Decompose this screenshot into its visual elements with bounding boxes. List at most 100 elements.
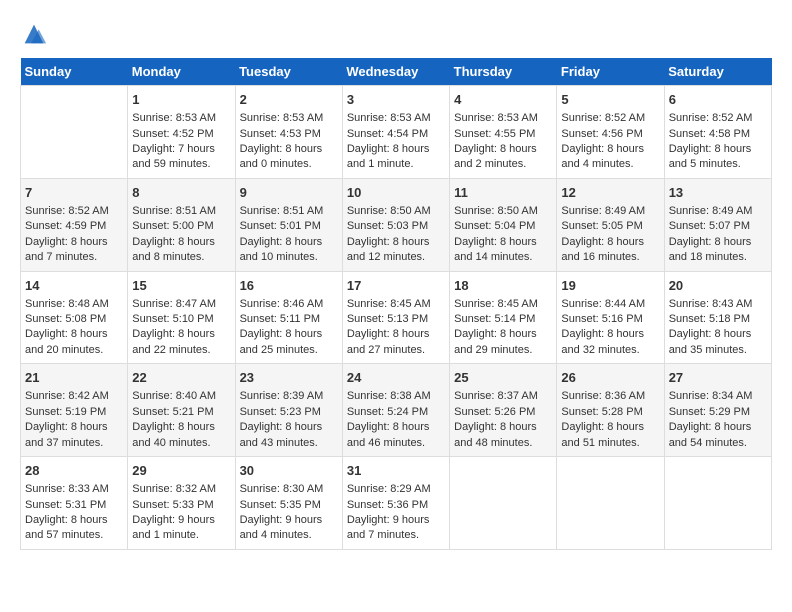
calendar-cell: 14Sunrise: 8:48 AMSunset: 5:08 PMDayligh… xyxy=(21,271,128,364)
cell-content: Sunrise: 8:47 AM xyxy=(132,297,230,312)
cell-content: and 10 minutes. xyxy=(240,250,338,265)
cell-content: Sunset: 4:52 PM xyxy=(132,127,230,142)
calendar-cell: 30Sunrise: 8:30 AMSunset: 5:35 PMDayligh… xyxy=(235,457,342,550)
calendar-week-row: 14Sunrise: 8:48 AMSunset: 5:08 PMDayligh… xyxy=(21,271,772,364)
calendar-cell: 5Sunrise: 8:52 AMSunset: 4:56 PMDaylight… xyxy=(557,86,664,179)
day-number: 5 xyxy=(561,91,659,109)
cell-content: Sunset: 5:11 PM xyxy=(240,312,338,327)
cell-content: Sunset: 5:05 PM xyxy=(561,219,659,234)
cell-content: Daylight: 8 hours xyxy=(561,420,659,435)
cell-content: Sunrise: 8:53 AM xyxy=(240,111,338,126)
cell-content: and 5 minutes. xyxy=(669,157,767,172)
day-number: 12 xyxy=(561,184,659,202)
day-number: 24 xyxy=(347,369,445,387)
day-number: 17 xyxy=(347,277,445,295)
cell-content: Sunset: 5:07 PM xyxy=(669,219,767,234)
cell-content: Sunrise: 8:46 AM xyxy=(240,297,338,312)
day-number: 19 xyxy=(561,277,659,295)
cell-content: Daylight: 8 hours xyxy=(25,513,123,528)
cell-content: Sunrise: 8:42 AM xyxy=(25,389,123,404)
calendar-cell: 12Sunrise: 8:49 AMSunset: 5:05 PMDayligh… xyxy=(557,178,664,271)
day-number: 15 xyxy=(132,277,230,295)
cell-content: Daylight: 8 hours xyxy=(132,327,230,342)
cell-content: and 4 minutes. xyxy=(561,157,659,172)
cell-content: and 18 minutes. xyxy=(669,250,767,265)
calendar-cell: 3Sunrise: 8:53 AMSunset: 4:54 PMDaylight… xyxy=(342,86,449,179)
day-number: 25 xyxy=(454,369,552,387)
cell-content: Sunrise: 8:38 AM xyxy=(347,389,445,404)
calendar-cell: 24Sunrise: 8:38 AMSunset: 5:24 PMDayligh… xyxy=(342,364,449,457)
cell-content: and 35 minutes. xyxy=(669,343,767,358)
cell-content: Sunrise: 8:53 AM xyxy=(132,111,230,126)
cell-content: and 37 minutes. xyxy=(25,436,123,451)
day-number: 4 xyxy=(454,91,552,109)
calendar-week-row: 21Sunrise: 8:42 AMSunset: 5:19 PMDayligh… xyxy=(21,364,772,457)
calendar-cell: 6Sunrise: 8:52 AMSunset: 4:58 PMDaylight… xyxy=(664,86,771,179)
page-header xyxy=(20,20,772,48)
cell-content: and 7 minutes. xyxy=(347,528,445,543)
calendar-header: SundayMondayTuesdayWednesdayThursdayFrid… xyxy=(21,58,772,86)
cell-content: and 22 minutes. xyxy=(132,343,230,358)
cell-content: Daylight: 8 hours xyxy=(132,235,230,250)
day-of-week-header: Monday xyxy=(128,58,235,86)
day-number: 23 xyxy=(240,369,338,387)
day-number: 7 xyxy=(25,184,123,202)
day-number: 31 xyxy=(347,462,445,480)
calendar-cell: 21Sunrise: 8:42 AMSunset: 5:19 PMDayligh… xyxy=(21,364,128,457)
calendar-cell: 29Sunrise: 8:32 AMSunset: 5:33 PMDayligh… xyxy=(128,457,235,550)
cell-content: Daylight: 8 hours xyxy=(25,327,123,342)
cell-content: Sunset: 5:33 PM xyxy=(132,498,230,513)
day-number: 22 xyxy=(132,369,230,387)
day-number: 10 xyxy=(347,184,445,202)
cell-content: Sunset: 5:03 PM xyxy=(347,219,445,234)
cell-content: Sunrise: 8:50 AM xyxy=(454,204,552,219)
cell-content: and 12 minutes. xyxy=(347,250,445,265)
cell-content: Sunrise: 8:48 AM xyxy=(25,297,123,312)
cell-content: Sunset: 5:24 PM xyxy=(347,405,445,420)
day-number: 20 xyxy=(669,277,767,295)
cell-content: and 46 minutes. xyxy=(347,436,445,451)
cell-content: Daylight: 8 hours xyxy=(132,420,230,435)
cell-content: Sunrise: 8:34 AM xyxy=(669,389,767,404)
logo-icon xyxy=(20,20,48,48)
cell-content: and 8 minutes. xyxy=(132,250,230,265)
cell-content: Daylight: 7 hours xyxy=(132,142,230,157)
day-number: 21 xyxy=(25,369,123,387)
cell-content: and 14 minutes. xyxy=(454,250,552,265)
cell-content: and 16 minutes. xyxy=(561,250,659,265)
day-number: 18 xyxy=(454,277,552,295)
cell-content: Daylight: 8 hours xyxy=(669,235,767,250)
calendar-cell: 8Sunrise: 8:51 AMSunset: 5:00 PMDaylight… xyxy=(128,178,235,271)
cell-content: Daylight: 8 hours xyxy=(347,327,445,342)
calendar-cell: 22Sunrise: 8:40 AMSunset: 5:21 PMDayligh… xyxy=(128,364,235,457)
day-of-week-header: Thursday xyxy=(450,58,557,86)
cell-content: Sunset: 5:00 PM xyxy=(132,219,230,234)
calendar-cell: 4Sunrise: 8:53 AMSunset: 4:55 PMDaylight… xyxy=(450,86,557,179)
cell-content: Sunrise: 8:36 AM xyxy=(561,389,659,404)
day-number: 16 xyxy=(240,277,338,295)
day-number: 14 xyxy=(25,277,123,295)
cell-content: Sunrise: 8:50 AM xyxy=(347,204,445,219)
day-number: 11 xyxy=(454,184,552,202)
cell-content: Sunset: 5:14 PM xyxy=(454,312,552,327)
cell-content: Daylight: 8 hours xyxy=(561,142,659,157)
cell-content: Sunset: 5:36 PM xyxy=(347,498,445,513)
cell-content: Daylight: 8 hours xyxy=(454,327,552,342)
calendar-cell xyxy=(557,457,664,550)
day-of-week-header: Sunday xyxy=(21,58,128,86)
calendar-week-row: 7Sunrise: 8:52 AMSunset: 4:59 PMDaylight… xyxy=(21,178,772,271)
calendar-cell xyxy=(664,457,771,550)
cell-content: Daylight: 8 hours xyxy=(240,142,338,157)
cell-content: Sunrise: 8:29 AM xyxy=(347,482,445,497)
calendar-cell: 19Sunrise: 8:44 AMSunset: 5:16 PMDayligh… xyxy=(557,271,664,364)
cell-content: Sunrise: 8:32 AM xyxy=(132,482,230,497)
day-number: 13 xyxy=(669,184,767,202)
cell-content: Sunset: 5:01 PM xyxy=(240,219,338,234)
day-number: 29 xyxy=(132,462,230,480)
cell-content: Sunrise: 8:53 AM xyxy=(347,111,445,126)
cell-content: Daylight: 8 hours xyxy=(669,327,767,342)
calendar-cell xyxy=(450,457,557,550)
cell-content: and 40 minutes. xyxy=(132,436,230,451)
calendar-cell: 11Sunrise: 8:50 AMSunset: 5:04 PMDayligh… xyxy=(450,178,557,271)
cell-content: Sunrise: 8:52 AM xyxy=(25,204,123,219)
